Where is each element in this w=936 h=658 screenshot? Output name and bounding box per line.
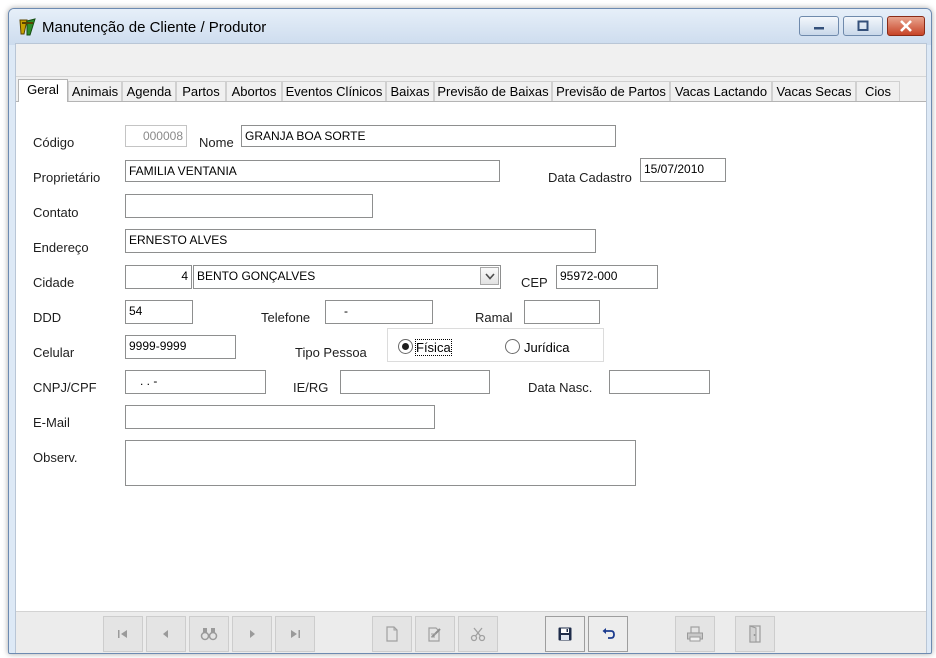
cidade-select[interactable]: BENTO GONÇALVES [193, 265, 501, 289]
toolstrip [16, 44, 926, 77]
save-floppy-icon [558, 627, 572, 641]
ramal-field[interactable] [524, 300, 600, 324]
first-record-icon [118, 630, 127, 638]
contato-field[interactable] [125, 194, 373, 218]
undo-icon [602, 628, 615, 639]
last-record-icon [291, 630, 300, 638]
delete-record-button[interactable] [458, 616, 498, 652]
tab-panel-geral: Código 000008 Nome GRANJA BOA SORTE Prop… [16, 101, 926, 612]
cnpj-cpf-field[interactable]: . . - [125, 370, 266, 394]
endereco-field[interactable]: ERNESTO ALVES [125, 229, 596, 253]
ddd-field[interactable]: 54 [125, 300, 193, 324]
tipo-pessoa-label: Tipo Pessoa [295, 345, 367, 360]
contato-label: Contato [33, 205, 79, 220]
previous-record-icon [163, 630, 168, 638]
telefone-label: Telefone [261, 310, 311, 325]
tab-vacas-secas[interactable]: Vacas Secas [772, 81, 856, 101]
chevron-down-icon [484, 272, 495, 280]
tab-animais[interactable]: Animais [68, 81, 122, 101]
data-cadastro-field[interactable]: 15/07/2010 [640, 158, 726, 182]
save-button[interactable] [545, 616, 585, 652]
edit-record-button[interactable] [415, 616, 455, 652]
navigation-toolbar [16, 611, 926, 653]
new-record-button[interactable] [372, 616, 412, 652]
tab-strip: Geral Animais Agenda Partos Abortos Even… [16, 79, 926, 102]
tab-baixas[interactable]: Baixas [386, 81, 434, 101]
tab-eventos-clinicos[interactable]: Eventos Clínicos [282, 81, 386, 101]
delete-scissors-icon [470, 627, 486, 642]
search-button[interactable] [189, 616, 229, 652]
email-label: E-Mail [33, 415, 70, 430]
data-cadastro-label: Data Cadastro [548, 170, 632, 185]
observ-textarea[interactable] [125, 440, 636, 486]
cidade-name: BENTO GONÇALVES [197, 269, 316, 283]
ramal-label: Ramal [475, 310, 513, 325]
window-title: Manutenção de Cliente / Produtor [42, 19, 267, 36]
maximize-icon [857, 20, 869, 31]
maximize-button[interactable] [843, 16, 883, 36]
title-bar[interactable]: Manutenção de Cliente / Produtor [9, 9, 931, 45]
data-nasc-field[interactable] [609, 370, 710, 394]
undo-button[interactable] [588, 616, 628, 652]
radio-selected-dot [402, 343, 409, 350]
tab-agenda[interactable]: Agenda [122, 81, 176, 101]
tab-geral[interactable]: Geral [18, 79, 68, 102]
tab-previsao-de-baixas[interactable]: Previsão de Baixas [434, 81, 552, 101]
codigo-field[interactable]: 000008 [125, 125, 187, 147]
data-nasc-label: Data Nasc. [528, 380, 593, 395]
celular-field[interactable]: 9999-9999 [125, 335, 236, 359]
email-field[interactable] [125, 405, 435, 429]
last-record-button[interactable] [275, 616, 315, 652]
cidade-code-field[interactable]: 4 [125, 265, 192, 289]
close-window-button[interactable] [887, 16, 925, 36]
codigo-label: Código [33, 135, 75, 150]
first-record-button[interactable] [103, 616, 143, 652]
minimize-icon [814, 27, 824, 30]
nome-label: Nome [199, 135, 234, 150]
tab-previsao-de-partos[interactable]: Previsão de Partos [552, 81, 670, 101]
print-button[interactable] [675, 616, 715, 652]
search-binoculars-icon [200, 628, 218, 641]
tab-vacas-lactando[interactable]: Vacas Lactando [670, 81, 772, 101]
exit-button[interactable] [735, 616, 775, 652]
exit-door-icon [749, 625, 761, 643]
cidade-dropdown-button[interactable] [480, 267, 499, 285]
tab-partos[interactable]: Partos [176, 81, 226, 101]
juridica-radio-label[interactable]: Jurídica [524, 340, 570, 355]
tab-abortos[interactable]: Abortos [226, 81, 282, 101]
nome-field[interactable]: GRANJA BOA SORTE [241, 125, 616, 147]
cidade-label: Cidade [33, 275, 75, 290]
celular-label: Celular [33, 345, 75, 360]
main-window: Manutenção de Cliente / Produtor Geral A… [8, 8, 932, 654]
next-record-button[interactable] [232, 616, 272, 652]
client-area: Geral Animais Agenda Partos Abortos Even… [15, 43, 927, 653]
minimize-button[interactable] [799, 16, 839, 36]
proprietario-field[interactable]: FAMILIA VENTANIA [125, 160, 500, 182]
tab-cios[interactable]: Cios [856, 81, 900, 101]
app-logo-icon [19, 18, 36, 36]
new-document-icon [386, 626, 398, 642]
tipo-pessoa-radio-group: Física Jurídica [387, 328, 604, 362]
telefone-field[interactable]: - [325, 300, 433, 324]
fisica-radio[interactable] [398, 339, 413, 354]
fisica-radio-label[interactable]: Física [415, 339, 452, 356]
next-record-icon [250, 630, 255, 638]
edit-document-icon [428, 627, 441, 642]
juridica-radio[interactable] [505, 339, 520, 354]
cep-field[interactable]: 95972-000 [556, 265, 658, 289]
cnpj-cpf-label: CNPJ/CPF [33, 380, 97, 395]
close-icon [900, 20, 912, 32]
endereco-label: Endereço [33, 240, 89, 255]
ie-rg-label: IE/RG [293, 380, 329, 395]
proprietario-label: Proprietário [33, 170, 101, 185]
observ-label: Observ. [33, 450, 78, 465]
cep-label: CEP [521, 275, 548, 290]
previous-record-button[interactable] [146, 616, 186, 652]
ddd-label: DDD [33, 310, 62, 325]
print-icon [687, 626, 703, 642]
ie-rg-field[interactable] [340, 370, 490, 394]
